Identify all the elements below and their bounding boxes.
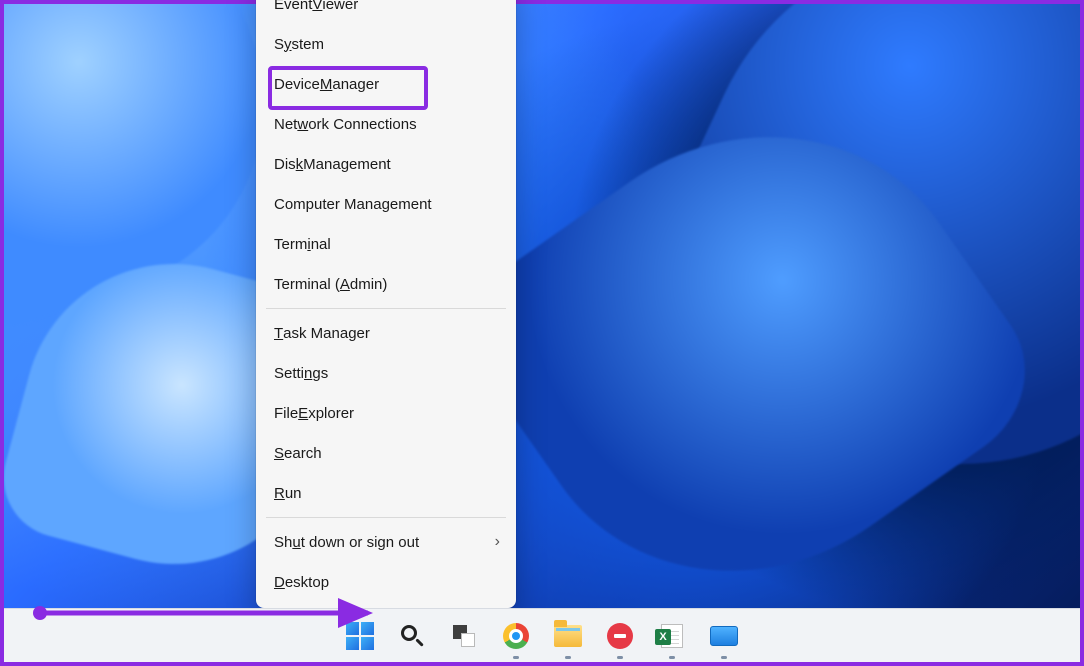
excel-app[interactable] xyxy=(657,621,687,651)
menu-item-file-explorer[interactable]: File Explorer xyxy=(256,393,516,433)
menu-item-label-accel: k xyxy=(296,156,304,173)
menu-item-label-accel: S xyxy=(274,445,284,462)
task-view-icon xyxy=(453,625,475,647)
menu-item-label-post: gs xyxy=(312,365,328,382)
menu-item-label-accel: R xyxy=(274,485,285,502)
desktop-wallpaper xyxy=(4,4,1080,662)
menu-item-label-post: ask Manager xyxy=(283,325,370,342)
winx-context-menu: Event ViewerSystemDevice ManagerNetwork … xyxy=(256,0,516,608)
menu-item-label-post: un xyxy=(285,485,302,502)
menu-item-label-post: iewer xyxy=(322,0,358,13)
menu-item-label-pre: Sh xyxy=(274,534,292,551)
menu-item-label-pre: Terminal ( xyxy=(274,276,340,293)
menu-item-label-post: esktop xyxy=(285,574,329,591)
menu-item-terminal-admin[interactable]: Terminal (Admin) xyxy=(256,264,516,304)
menu-item-settings[interactable]: Settings xyxy=(256,353,516,393)
menu-item-label-pre: File xyxy=(274,405,298,422)
menu-item-label-pre: Computer Mana xyxy=(274,196,382,213)
start-icon xyxy=(346,622,374,650)
task-view-button[interactable] xyxy=(449,621,479,651)
menu-item-label-pre: S xyxy=(274,36,284,53)
menu-item-label-pre: Setti xyxy=(274,365,304,382)
chrome-app[interactable] xyxy=(501,621,531,651)
excel-icon xyxy=(661,624,683,648)
menu-item-label-post: stem xyxy=(292,36,325,53)
menu-item-label-accel: n xyxy=(304,365,312,382)
menu-item-task-manager[interactable]: Task Manager xyxy=(256,313,516,353)
menu-item-label-pre: Event xyxy=(274,0,312,13)
start-button[interactable] xyxy=(345,621,375,651)
menu-item-network-connections[interactable]: Network Connections xyxy=(256,104,516,144)
snagit-icon xyxy=(607,623,633,649)
menu-item-system[interactable]: System xyxy=(256,24,516,64)
menu-item-label-accel: V xyxy=(312,0,322,13)
menu-item-terminal[interactable]: Terminal xyxy=(256,224,516,264)
menu-item-label-accel: D xyxy=(274,574,285,591)
menu-item-label-accel: E xyxy=(298,405,308,422)
menu-item-label-accel: T xyxy=(274,325,283,342)
app-icon xyxy=(710,626,738,646)
menu-item-label-post: dmin) xyxy=(350,276,388,293)
search-icon xyxy=(399,623,425,649)
menu-item-label-post: earch xyxy=(284,445,322,462)
menu-item-label-post: t down or sign out xyxy=(301,534,419,551)
menu-item-desktop[interactable]: Desktop xyxy=(256,562,516,602)
menu-item-label-pre: Term xyxy=(274,236,307,253)
chrome-icon xyxy=(503,623,529,649)
menu-item-label-post: Management xyxy=(303,156,391,173)
file-explorer-icon xyxy=(554,625,582,647)
menu-item-label-post: nal xyxy=(311,236,331,253)
menu-item-shut-down-or-sign-out[interactable]: Shut down or sign out xyxy=(256,522,516,562)
search-button[interactable] xyxy=(397,621,427,651)
menu-item-label-post: ork Connections xyxy=(308,116,416,133)
menu-item-label-post: xplorer xyxy=(308,405,354,422)
file-explorer-app[interactable] xyxy=(553,621,583,651)
generic-blue-app[interactable] xyxy=(709,621,739,651)
menu-item-label-post: ement xyxy=(390,196,432,213)
menu-item-label-pre: Device xyxy=(274,76,320,93)
menu-separator xyxy=(266,517,506,518)
menu-item-label-pre: Dis xyxy=(274,156,296,173)
menu-item-label-accel: A xyxy=(340,276,350,293)
menu-item-label-accel: w xyxy=(297,116,308,133)
menu-item-search[interactable]: Search xyxy=(256,433,516,473)
taskbar xyxy=(4,608,1080,662)
menu-item-device-manager[interactable]: Device Manager xyxy=(256,64,516,104)
menu-item-label-accel: g xyxy=(382,196,390,213)
menu-item-run[interactable]: Run xyxy=(256,473,516,513)
menu-item-label-pre: Net xyxy=(274,116,297,133)
menu-item-label-accel: M xyxy=(320,76,333,93)
menu-item-label-accel: y xyxy=(284,36,292,53)
snagit-app[interactable] xyxy=(605,621,635,651)
menu-item-label-accel: u xyxy=(292,534,300,551)
menu-item-disk-management[interactable]: Disk Management xyxy=(256,144,516,184)
menu-separator xyxy=(266,308,506,309)
menu-item-event-viewer[interactable]: Event Viewer xyxy=(256,0,516,24)
menu-item-label-post: anager xyxy=(332,76,379,93)
screenshot-frame: Event ViewerSystemDevice ManagerNetwork … xyxy=(0,0,1084,666)
menu-item-computer-management[interactable]: Computer Management xyxy=(256,184,516,224)
